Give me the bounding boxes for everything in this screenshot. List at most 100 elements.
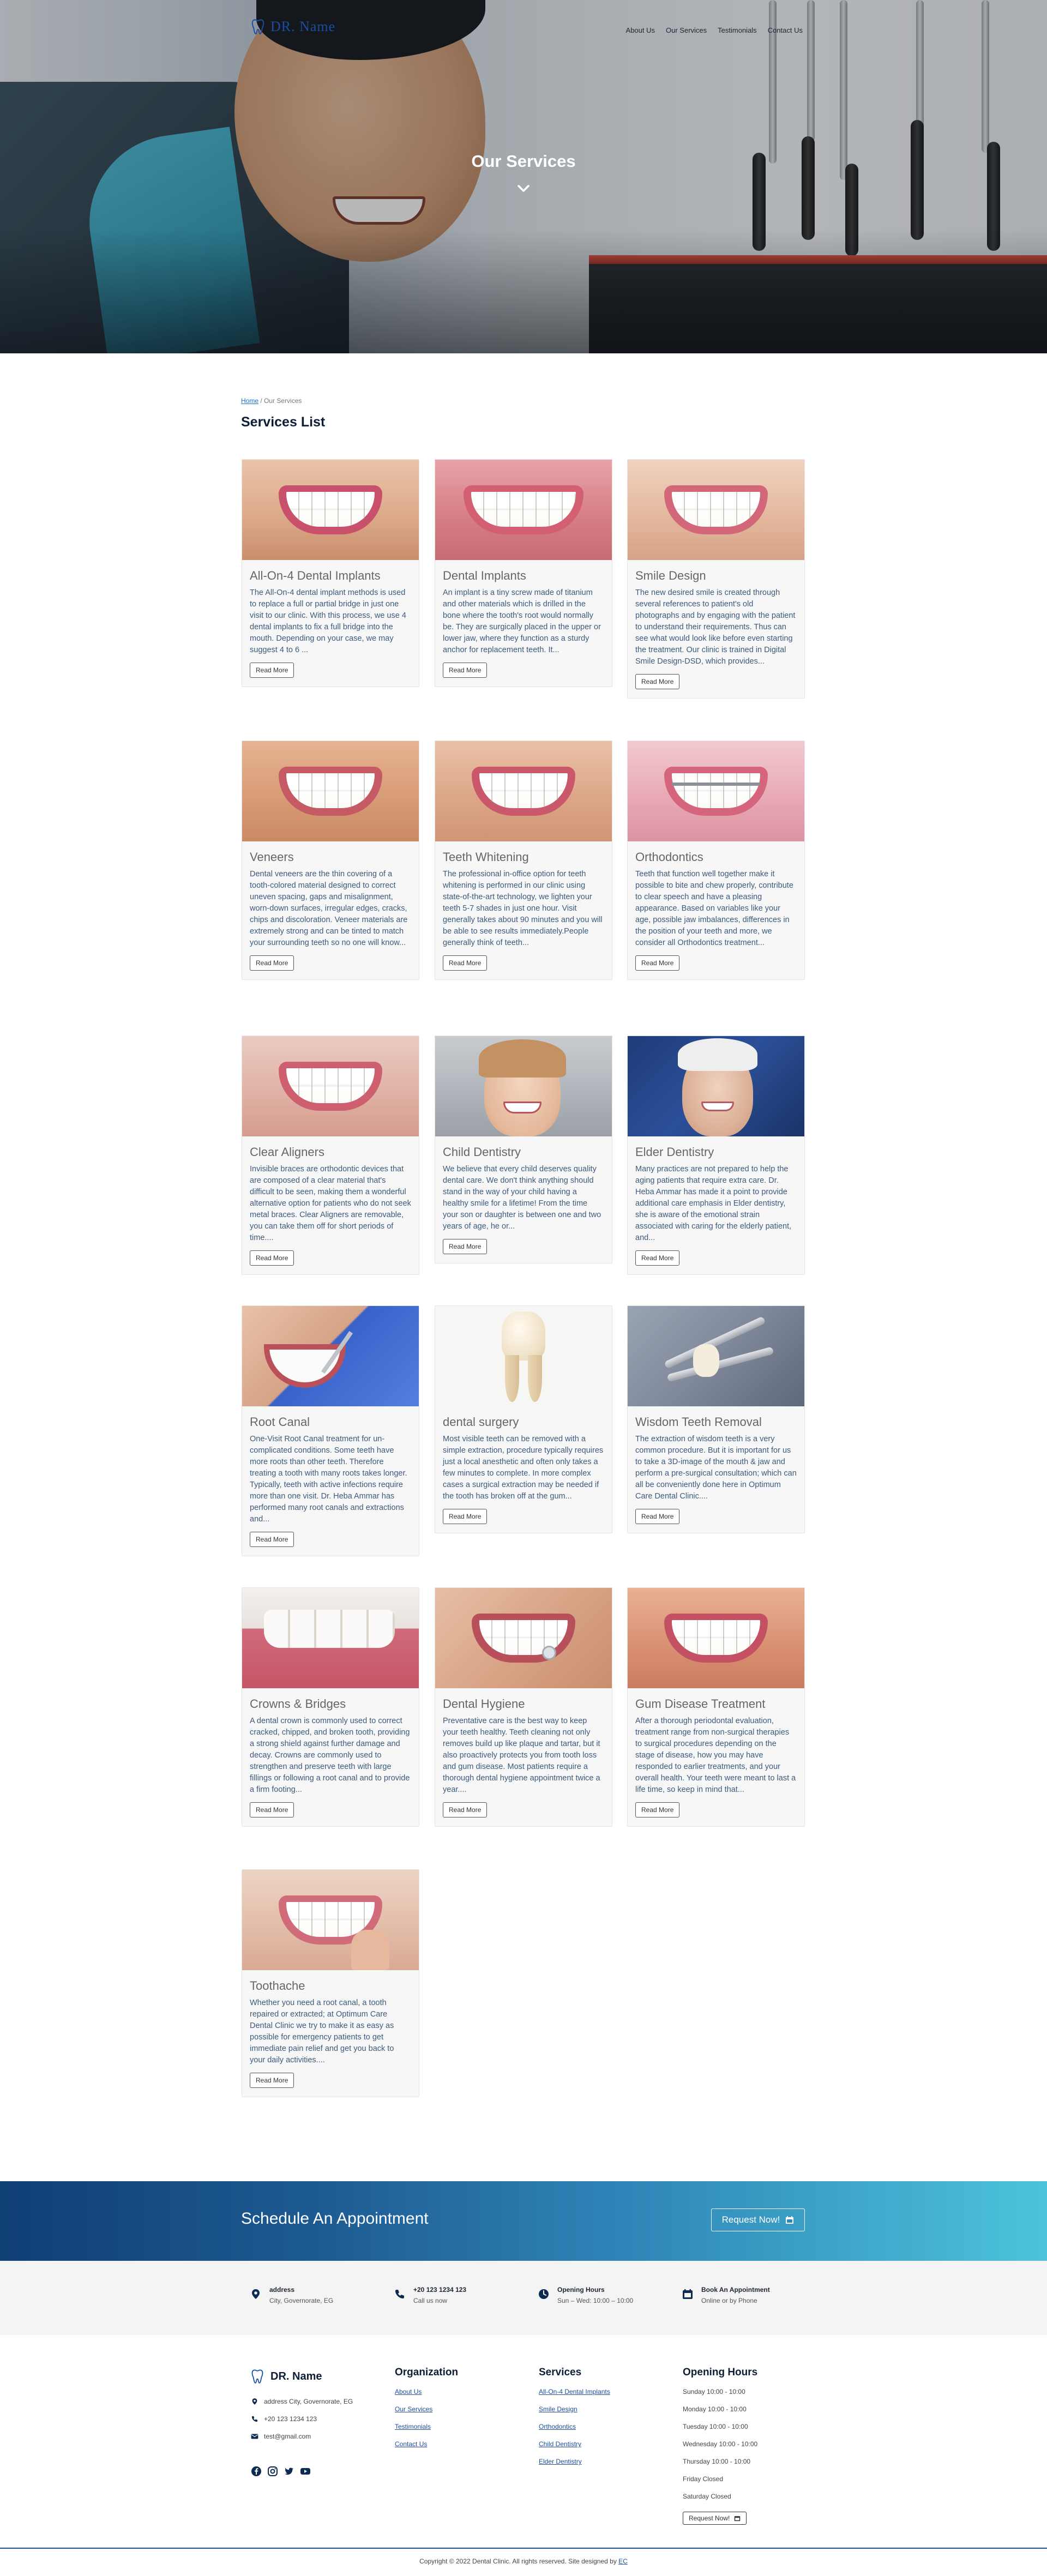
service-description: The extraction of wisdom teeth is a very… bbox=[635, 1435, 797, 1501]
service-card: Child Dentistry We believe that every ch… bbox=[435, 1036, 612, 1263]
footer-link-orthodontics[interactable]: Orthodontics bbox=[539, 2421, 610, 2439]
service-description: Preventative care is the best way to kee… bbox=[443, 1717, 600, 1794]
service-description: After a thorough periodontal evaluation,… bbox=[635, 1717, 796, 1794]
footer: DR. Name address City, Governorate, EG +… bbox=[0, 2335, 1047, 2555]
read-more-button[interactable]: Read More bbox=[443, 1509, 488, 1524]
brand-name: DR. Name bbox=[270, 19, 336, 34]
service-card: Smile Design The new desired smile is cr… bbox=[627, 459, 805, 699]
service-image bbox=[242, 1588, 419, 1688]
service-card: Toothache Whether you need a root canal,… bbox=[242, 1869, 419, 2097]
footer-link-contact-us[interactable]: Contact Us bbox=[395, 2439, 458, 2456]
service-title: Child Dentistry bbox=[443, 1145, 521, 1159]
copyright: Copyright © 2022 Dental Clinic. All righ… bbox=[0, 2557, 1047, 2565]
nav-about-us[interactable]: About Us bbox=[626, 26, 655, 34]
service-image bbox=[435, 460, 612, 560]
service-image bbox=[435, 1036, 612, 1136]
hours-line: Sunday 10:00 - 10:00 bbox=[683, 2388, 745, 2396]
nav-testimonials[interactable]: Testimonials bbox=[718, 26, 757, 34]
designer-link[interactable]: EC bbox=[618, 2557, 628, 2565]
footer-email-text: test@gmail.com bbox=[264, 2433, 311, 2440]
service-description: Dental veneers are the thin covering of … bbox=[250, 870, 408, 947]
service-title: Wisdom Teeth Removal bbox=[635, 1415, 762, 1429]
clock-icon bbox=[539, 2289, 549, 2299]
footer-organization-title: Organization bbox=[395, 2367, 459, 2378]
read-more-button[interactable]: Read More bbox=[635, 674, 680, 689]
read-more-button[interactable]: Read More bbox=[635, 1802, 680, 1817]
breadcrumb-home[interactable]: Home bbox=[241, 397, 258, 405]
service-image bbox=[435, 741, 612, 841]
read-more-button[interactable]: Read More bbox=[250, 1532, 294, 1547]
chevron-down-icon[interactable] bbox=[516, 181, 531, 196]
hero-bottom-gradient bbox=[0, 229, 1047, 353]
service-card: Crowns & Bridges A dental crown is commo… bbox=[242, 1587, 419, 1827]
youtube-icon[interactable] bbox=[300, 2466, 311, 2477]
info-address: address City, Governorate, EG bbox=[250, 2286, 333, 2304]
service-description: The new desired smile is created through… bbox=[635, 588, 796, 666]
service-description: Whether you need a root canal, a tooth r… bbox=[250, 1999, 394, 2065]
request-now-button[interactable]: Request Now! bbox=[711, 2208, 805, 2231]
footer-link-our-services[interactable]: Our Services bbox=[395, 2404, 458, 2421]
hours-line: Wednesday 10:00 - 10:00 bbox=[683, 2440, 758, 2448]
footer-request-now-button[interactable]: Request Now! bbox=[683, 2512, 747, 2525]
service-image bbox=[242, 460, 419, 560]
info-phone-value: Call us now bbox=[413, 2297, 448, 2304]
hours-line: Thursday 10:00 - 10:00 bbox=[683, 2458, 751, 2465]
footer-link-child-dentistry[interactable]: Child Dentistry bbox=[539, 2439, 610, 2456]
read-more-button[interactable]: Read More bbox=[443, 663, 488, 678]
phone-icon bbox=[395, 2290, 404, 2298]
service-description: Teeth that function well together make i… bbox=[635, 870, 793, 947]
service-image bbox=[628, 1588, 804, 1688]
service-title: Smile Design bbox=[635, 569, 706, 582]
footer-link-testimonials[interactable]: Testimonials bbox=[395, 2421, 458, 2439]
service-card: Veneers Dental veneers are the thin cove… bbox=[242, 741, 419, 980]
info-hours-value: Sun – Wed: 10:00 – 10:00 bbox=[557, 2297, 634, 2304]
service-title: Veneers bbox=[250, 850, 294, 864]
service-image bbox=[628, 460, 804, 560]
read-more-button[interactable]: Read More bbox=[250, 2073, 294, 2088]
service-card: Dental Implants An implant is a tiny scr… bbox=[435, 459, 612, 687]
service-title: Orthodontics bbox=[635, 850, 703, 864]
copyright-text: Copyright © 2022 Dental Clinic. All righ… bbox=[419, 2557, 617, 2565]
service-image bbox=[628, 741, 804, 841]
service-title: Toothache bbox=[250, 1979, 305, 1993]
read-more-button[interactable]: Read More bbox=[250, 955, 294, 971]
service-image bbox=[242, 741, 419, 841]
social-links bbox=[251, 2466, 311, 2477]
read-more-button[interactable]: Read More bbox=[443, 955, 488, 971]
info-booking-value: Online or by Phone bbox=[701, 2297, 757, 2304]
read-more-button[interactable]: Read More bbox=[250, 1250, 294, 1266]
service-title: Gum Disease Treatment bbox=[635, 1697, 766, 1711]
appointment-banner: Schedule An Appointment Request Now! bbox=[0, 2181, 1047, 2261]
read-more-button[interactable]: Read More bbox=[443, 1239, 488, 1254]
twitter-icon[interactable] bbox=[284, 2466, 294, 2477]
footer-services-title: Services bbox=[539, 2367, 582, 2378]
footer-link-elder-dentistry[interactable]: Elder Dentistry bbox=[539, 2456, 610, 2473]
appointment-title: Schedule An Appointment bbox=[241, 2210, 429, 2228]
footer-brand[interactable]: DR. Name bbox=[251, 2369, 322, 2384]
read-more-button[interactable]: Read More bbox=[250, 663, 294, 678]
facebook-icon[interactable] bbox=[251, 2466, 262, 2477]
info-address-label: address bbox=[269, 2286, 295, 2294]
service-card: Clear Aligners Invisible braces are orth… bbox=[242, 1036, 419, 1275]
read-more-button[interactable]: Read More bbox=[635, 1250, 680, 1266]
read-more-button[interactable]: Read More bbox=[250, 1802, 294, 1817]
nav-contact-us[interactable]: Contact Us bbox=[768, 26, 803, 34]
site-logo[interactable]: DR. Name bbox=[251, 19, 335, 35]
service-description: Invisible braces are orthodontic devices… bbox=[250, 1165, 411, 1242]
read-more-button[interactable]: Read More bbox=[443, 1802, 488, 1817]
nav-our-services[interactable]: Our Services bbox=[666, 26, 707, 34]
service-image bbox=[242, 1306, 419, 1406]
mail-icon bbox=[251, 2434, 258, 2439]
service-description: Many practices are not prepared to help … bbox=[635, 1165, 792, 1242]
footer-link-smile-design[interactable]: Smile Design bbox=[539, 2404, 610, 2421]
footer-divider bbox=[0, 2548, 1047, 2549]
tooth-icon bbox=[251, 2369, 263, 2384]
calendar-icon bbox=[786, 2216, 794, 2224]
footer-link-all-on-4[interactable]: All-On-4 Dental Implants bbox=[539, 2386, 610, 2404]
service-image bbox=[242, 1036, 419, 1136]
read-more-button[interactable]: Read More bbox=[635, 955, 680, 971]
read-more-button[interactable]: Read More bbox=[635, 1509, 680, 1524]
instagram-icon[interactable] bbox=[267, 2466, 278, 2477]
phone-icon bbox=[251, 2416, 258, 2422]
footer-link-about-us[interactable]: About Us bbox=[395, 2386, 458, 2404]
